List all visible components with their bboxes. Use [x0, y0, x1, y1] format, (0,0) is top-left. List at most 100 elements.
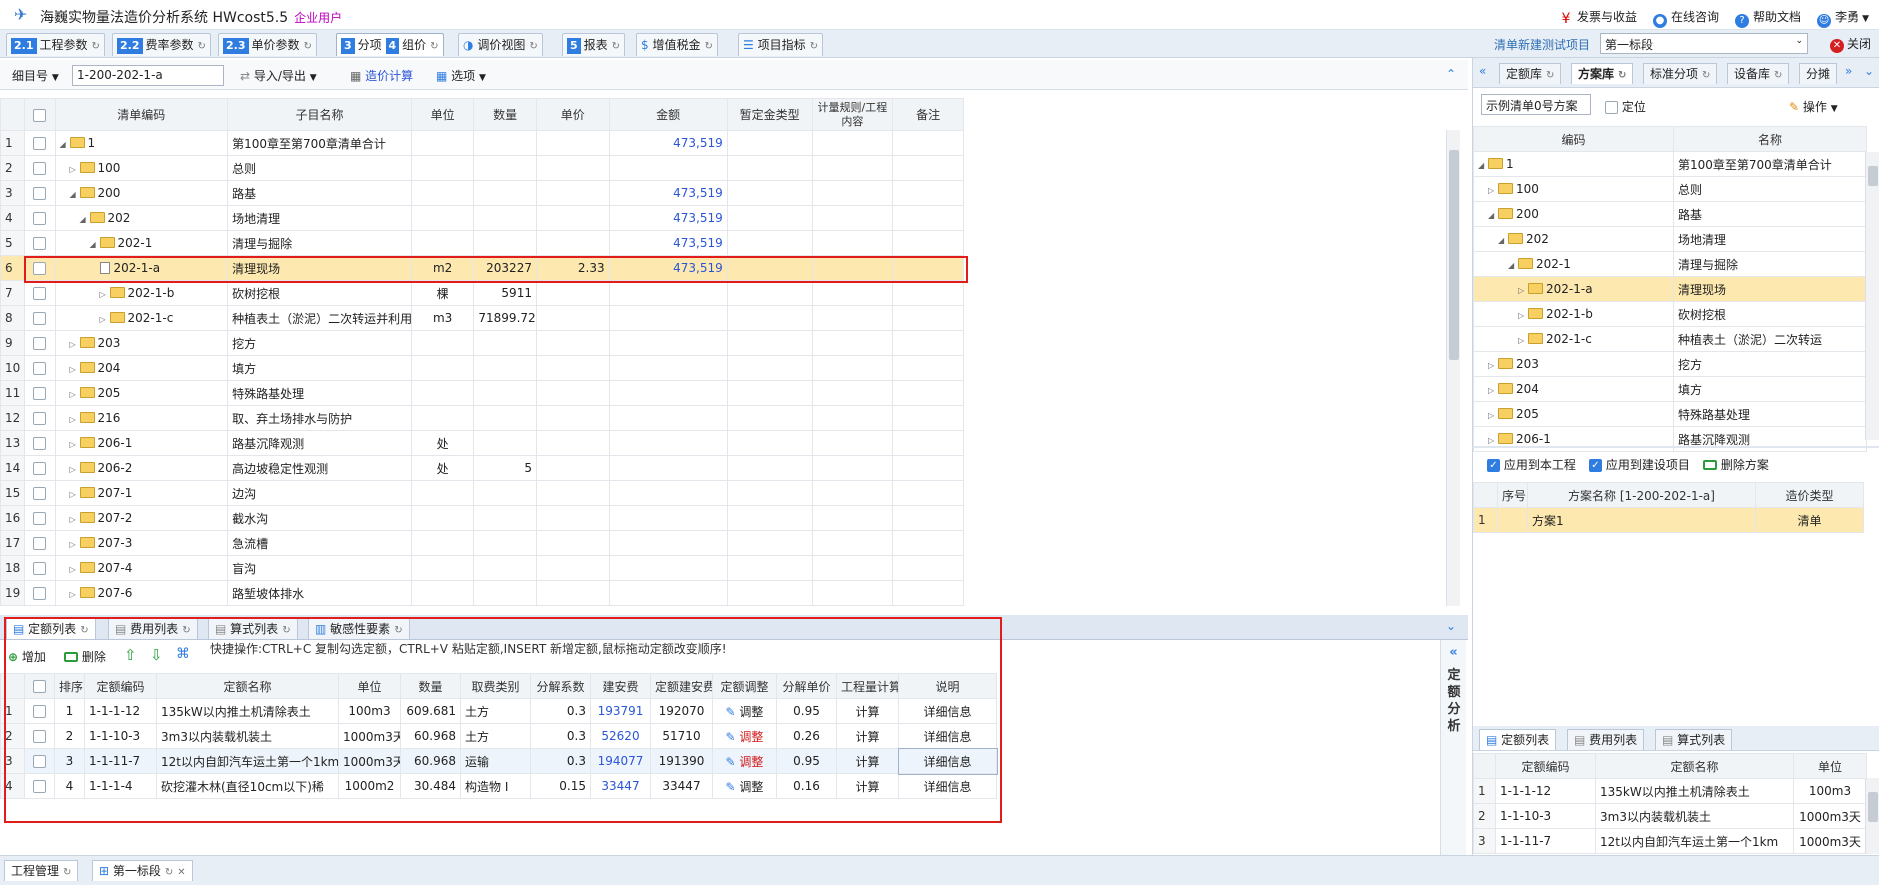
- refresh-icon[interactable]: ↻: [165, 867, 173, 878]
- price-cell[interactable]: [535, 555, 610, 581]
- price-cell[interactable]: [535, 430, 610, 456]
- unit-cell[interactable]: [410, 480, 475, 506]
- row-checkbox-cell[interactable]: [24, 205, 56, 231]
- scheme-row[interactable]: 1 方案1 清单: [1473, 507, 1864, 533]
- remark-cell[interactable]: [892, 330, 964, 356]
- qty-cell[interactable]: [473, 355, 537, 381]
- quota-name-cell[interactable]: 12t以内自卸汽车运土第一个1km: [1595, 828, 1794, 854]
- col-remark[interactable]: 备注: [892, 98, 964, 131]
- refresh-icon[interactable]: ↻: [810, 41, 818, 52]
- remark-cell[interactable]: [892, 355, 964, 381]
- consult-link[interactable]: ● 在线咨询: [1653, 8, 1719, 28]
- filter-label[interactable]: 细目号 ▼: [12, 67, 59, 84]
- expand-toggle-icon[interactable]: ▷: [70, 440, 80, 449]
- name-cell[interactable]: 总则: [227, 155, 412, 181]
- name-cell[interactable]: 挖方: [227, 330, 412, 356]
- row-checkbox-cell[interactable]: [24, 480, 56, 506]
- provisional-cell[interactable]: [726, 130, 813, 156]
- expand-toggle-icon[interactable]: ▷: [70, 165, 80, 174]
- rules-cell[interactable]: [811, 505, 894, 531]
- price-cell[interactable]: [535, 505, 610, 531]
- expand-toggle-icon[interactable]: ▷: [1518, 311, 1528, 320]
- unit-cell[interactable]: [410, 180, 475, 206]
- refresh-icon[interactable]: ↻: [430, 41, 438, 52]
- checkbox[interactable]: [33, 437, 47, 450]
- scroll-thumb[interactable]: [1449, 150, 1459, 360]
- name-cell[interactable]: 路堑坡体排水: [227, 580, 412, 606]
- quota-name-cell[interactable]: 135kW以内推土机清除表土: [1595, 778, 1794, 804]
- row-checkbox-cell[interactable]: [24, 555, 56, 581]
- rules-cell[interactable]: [811, 230, 894, 256]
- code-cell[interactable]: ▷ 207-4: [54, 555, 229, 581]
- code-cell[interactable]: ▷ 207-3: [54, 530, 229, 556]
- right-quota-scrollbar[interactable]: [1865, 778, 1879, 854]
- section-select[interactable]: 第一标段 ⌄: [1600, 33, 1808, 54]
- code-cell[interactable]: ▷ 207-6: [54, 580, 229, 606]
- import-export-button[interactable]: ⇄ 导入/导出 ▼: [240, 67, 317, 84]
- name-cell[interactable]: 场地清理: [227, 205, 412, 231]
- remark-cell[interactable]: [892, 205, 964, 231]
- table-row[interactable]: 7 ▷ 202-1-b 砍树挖根棵 5911: [0, 280, 964, 306]
- rules-cell[interactable]: [811, 180, 894, 206]
- tab-project-manage[interactable]: 工程管理 ↻: [4, 860, 79, 881]
- qty-cell[interactable]: [473, 180, 537, 206]
- qty-cell[interactable]: [473, 205, 537, 231]
- name-cell[interactable]: 边沟: [227, 480, 412, 506]
- col-code[interactable]: 清单编码: [54, 98, 229, 131]
- row-checkbox-cell[interactable]: [24, 355, 56, 381]
- col-quota-code[interactable]: 定额编码: [1495, 753, 1596, 779]
- table-row[interactable]: 11 ▷ 205 特殊路基处理: [0, 380, 964, 406]
- calc-button[interactable]: ▦ 造价计算: [350, 67, 413, 84]
- tab-formula-list[interactable]: ▤ 算式列表: [1655, 729, 1733, 750]
- checkbox[interactable]: [1605, 101, 1618, 114]
- checkbox[interactable]: [33, 362, 47, 375]
- table-row[interactable]: 17 ▷ 207-3 急流槽: [0, 530, 964, 556]
- expand-toggle-icon[interactable]: ▷: [70, 465, 80, 474]
- user-menu[interactable]: ☺ 李勇 ▼: [1817, 8, 1869, 28]
- table-row[interactable]: 18 ▷ 207-4 盲沟: [0, 555, 964, 581]
- expand-toggle-icon[interactable]: ▷: [70, 515, 80, 524]
- tab-scheme-lib[interactable]: 方案库 ↻: [1571, 63, 1634, 84]
- tree-scrollbar[interactable]: [1865, 152, 1879, 440]
- table-row[interactable]: 14 ▷ 206-2 高边坡稳定性观测处 5: [0, 455, 964, 481]
- expand-toggle-icon[interactable]: ▷: [1488, 186, 1498, 195]
- checkbox[interactable]: [33, 137, 47, 150]
- expand-toggle-icon[interactable]: ▷: [70, 590, 80, 599]
- expand-toggle-icon[interactable]: ▷: [70, 390, 80, 399]
- operate-menu[interactable]: ✎ 操作 ▼: [1789, 98, 1838, 115]
- tree-code-cell[interactable]: ▷ 202-1-b: [1473, 301, 1674, 327]
- row-checkbox-cell[interactable]: [24, 505, 56, 531]
- provisional-cell[interactable]: [726, 355, 813, 381]
- remark-cell[interactable]: [892, 155, 964, 181]
- checkbox[interactable]: [33, 187, 47, 200]
- row-checkbox-cell[interactable]: [24, 430, 56, 456]
- tree-code-cell[interactable]: ▷ 202-1-a: [1473, 276, 1674, 302]
- provisional-cell[interactable]: [726, 155, 813, 181]
- rules-cell[interactable]: [811, 405, 894, 431]
- col-rules[interactable]: 计量规则/工程内容: [811, 98, 894, 131]
- price-cell[interactable]: [535, 155, 610, 181]
- qty-cell[interactable]: [473, 430, 537, 456]
- price-cell[interactable]: [535, 580, 610, 606]
- provisional-cell[interactable]: [726, 555, 813, 581]
- collapse-toggle-icon[interactable]: ◢: [60, 140, 70, 149]
- unit-cell[interactable]: [410, 555, 475, 581]
- provisional-cell[interactable]: [726, 305, 813, 331]
- code-cell[interactable]: ▷ 216: [54, 405, 229, 431]
- tab-vat[interactable]: $ 增值税金 ↻: [636, 33, 718, 56]
- price-cell[interactable]: [535, 330, 610, 356]
- qty-cell[interactable]: [473, 555, 537, 581]
- collapse-toggle-icon[interactable]: ◢: [1508, 261, 1518, 270]
- tree-name-cell[interactable]: 清理现场: [1673, 276, 1867, 302]
- quota-analysis-sidebar[interactable]: « 定额分析: [1440, 640, 1466, 855]
- table-row[interactable]: 1 ◢ 1 第100章至第700章清单合计 473,519: [0, 130, 964, 156]
- provisional-cell[interactable]: [726, 180, 813, 206]
- qty-cell[interactable]: [473, 330, 537, 356]
- col-price[interactable]: 单价: [535, 98, 610, 131]
- remark-cell[interactable]: [892, 130, 964, 156]
- tree-code-cell[interactable]: ◢ 1: [1473, 151, 1674, 177]
- name-cell[interactable]: 急流槽: [227, 530, 412, 556]
- rules-cell[interactable]: [811, 530, 894, 556]
- name-cell[interactable]: 填方: [227, 355, 412, 381]
- collapse-toggle-icon[interactable]: ◢: [1498, 236, 1508, 245]
